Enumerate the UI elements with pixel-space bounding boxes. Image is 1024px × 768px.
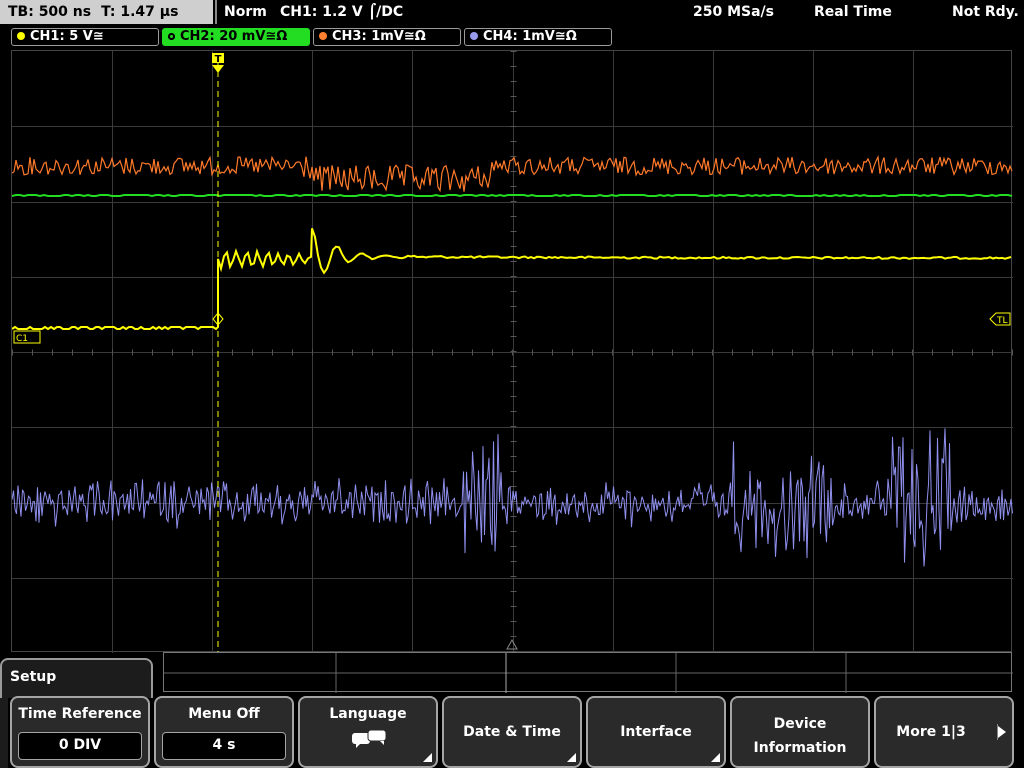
device-information-label: Device Information <box>753 716 847 756</box>
menu-edge <box>0 698 8 768</box>
next-page-arrow-icon <box>998 726 1006 738</box>
channel-3-button[interactable]: CH3: 1mV≅Ω <box>313 28 461 46</box>
trigger-time-label: T: 1.47 µs <box>101 4 179 20</box>
submenu-indicator <box>567 753 576 762</box>
scale-ruler <box>163 652 1013 693</box>
trigger-setting[interactable]: CH1: 1.2 V ⌠/DC <box>280 0 403 24</box>
trigger-level-text: TL <box>996 316 1008 326</box>
date-time-label: Date & Time <box>463 724 561 740</box>
menu-off-value: 4 s <box>162 732 286 760</box>
device-information-softkey[interactable]: Device Information <box>730 696 870 768</box>
separator <box>215 0 217 24</box>
submenu-indicator <box>423 753 432 762</box>
ch2-label: CH2: 20 mV≅Ω <box>180 29 288 44</box>
menu-off-label: Menu Off <box>188 706 260 722</box>
ch1-ground-marker: C1 <box>13 330 41 344</box>
sample-rate: 250 MSa/s <box>693 4 775 20</box>
language-label: Language <box>329 706 407 722</box>
ch3-label: CH3: 1mV≅Ω <box>332 29 426 44</box>
divider <box>997 724 998 740</box>
ch1-marker-text: C1 <box>16 334 28 344</box>
interface-label: Interface <box>620 724 692 740</box>
ch2-waveform <box>12 193 1013 198</box>
acquisition-status: Not Rdy. <box>952 4 1019 20</box>
scale-ruler-lines <box>164 653 1013 693</box>
center-bottom-marker <box>506 638 518 650</box>
ch4-color-dot <box>470 32 478 40</box>
language-softkey[interactable]: Language <box>298 696 438 768</box>
speech-bubbles-icon <box>352 729 387 748</box>
interface-softkey[interactable]: Interface <box>586 696 726 768</box>
ch3-color-dot <box>319 32 327 40</box>
trigger-level-marker: TL <box>989 312 1011 326</box>
timebase-box[interactable]: TB: 500 ns T: 1.47 µs <box>0 0 213 24</box>
ch1-color-dot <box>17 32 25 40</box>
more-label: More 1|3 <box>896 724 966 740</box>
trigger-marker-text: T <box>215 54 222 65</box>
waveform-display[interactable]: T C1 TL <box>11 50 1013 653</box>
status-bar: TB: 500 ns T: 1.47 µs Norm CH1: 1.2 V ⌠/D… <box>0 0 1024 26</box>
channel-4-button[interactable]: CH4: 1mV≅Ω <box>464 28 612 46</box>
time-reference-softkey[interactable]: Time Reference 0 DIV <box>10 696 150 768</box>
channel-1-button[interactable]: CH1: 5 V≅ <box>11 28 159 46</box>
timebase-label: TB: 500 ns <box>8 4 92 20</box>
ch1-waveform <box>12 228 1012 331</box>
ch4-waveform <box>12 428 1013 567</box>
menu-title-tab: Setup <box>0 658 153 698</box>
time-reference-value: 0 DIV <box>18 732 142 760</box>
time-reference-label: Time Reference <box>18 706 142 722</box>
trigger-mode[interactable]: Norm <box>224 0 267 24</box>
ch4-label: CH4: 1mV≅Ω <box>483 29 577 44</box>
submenu-indicator <box>711 753 720 762</box>
waveform-canvas: T C1 TL <box>12 51 1013 653</box>
ch2-color-dot <box>168 33 175 40</box>
trigger-position-marker: T <box>212 53 224 73</box>
date-time-softkey[interactable]: Date & Time <box>442 696 582 768</box>
menu-off-softkey[interactable]: Menu Off 4 s <box>154 696 294 768</box>
center-axis-ticks <box>12 51 1013 652</box>
channel-2-button[interactable]: CH2: 20 mV≅Ω <box>162 28 310 46</box>
acquisition-mode: Real Time <box>814 4 892 20</box>
more-softkey[interactable]: More 1|3 <box>874 696 1014 768</box>
ch1-label: CH1: 5 V≅ <box>30 29 104 44</box>
